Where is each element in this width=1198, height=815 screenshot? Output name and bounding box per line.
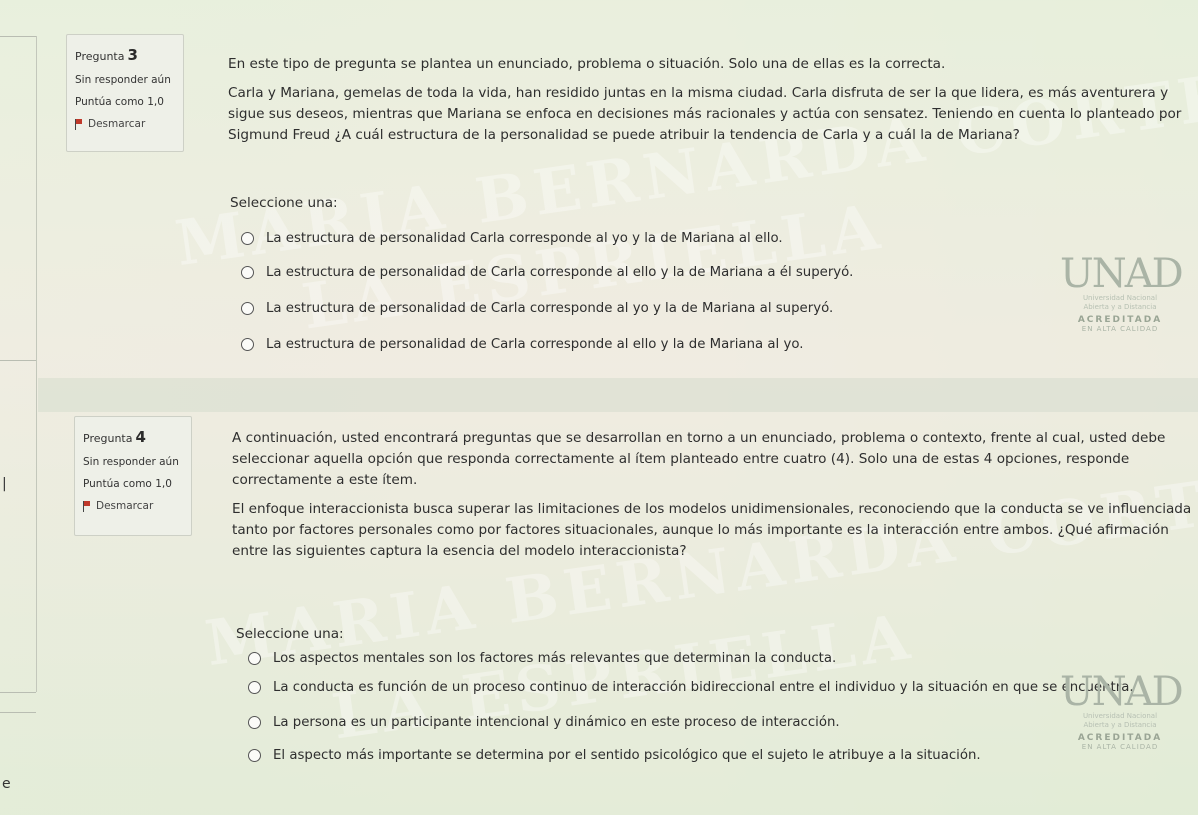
divider xyxy=(0,712,36,713)
answer-text: Los aspectos mentales son los factores m… xyxy=(273,651,837,666)
question-text-q4: A continuación, usted encontrará pregunt… xyxy=(232,428,1191,562)
left-sidebar-edge: | e xyxy=(0,0,38,815)
question-info-q3: Pregunta 3 Sin responder aún Puntúa como … xyxy=(66,34,184,152)
radio-button[interactable] xyxy=(248,652,261,665)
answer-text: La estructura de personalidad de Carla c… xyxy=(266,301,834,316)
divider xyxy=(0,692,36,693)
unad-logo: UNAD Universidad Nacional Abierta y a Di… xyxy=(1060,669,1184,751)
logo-mark: UNAD xyxy=(1060,669,1184,715)
logo-accredited: ACREDITADA xyxy=(1077,315,1163,325)
question-text-line: entre las siguientes captura la esencia … xyxy=(232,543,687,559)
answer-option-q4-a[interactable]: Los aspectos mentales son los factores m… xyxy=(248,651,836,666)
question-info-q4: Pregunta 4 Sin responder aún Puntúa como … xyxy=(74,416,192,536)
question-text-line: El enfoque interaccionista busca superar… xyxy=(232,501,1192,517)
radio-button[interactable] xyxy=(241,232,254,245)
question-text-line: seleccionar aquella opción que responda … xyxy=(232,451,1130,467)
question-score: Puntúa como 1,0 xyxy=(83,478,172,490)
radio-button[interactable] xyxy=(248,716,261,729)
question-text-line: Carla y Mariana, gemelas de toda la vida… xyxy=(228,85,1169,101)
question-title: Pregunta 3 xyxy=(75,46,138,64)
question-text-line: tanto por factores personales como por f… xyxy=(232,522,1169,538)
radio-button[interactable] xyxy=(241,338,254,351)
logo-mark: UNAD xyxy=(1060,251,1184,297)
logo-subtitle: Abierta y a Distancia xyxy=(1083,721,1157,729)
watermark-text: LA ESPRIELLA xyxy=(327,599,920,754)
answer-text: La estructura de personalidad Carla corr… xyxy=(266,231,783,246)
logo-quality: EN ALTA CALIDAD xyxy=(1081,743,1159,751)
sidebar-fragment: e xyxy=(2,776,11,792)
question-separator xyxy=(38,378,1198,412)
radio-button[interactable] xyxy=(241,266,254,279)
question-title: Pregunta 4 xyxy=(83,428,146,446)
question-text-line: Sigmund Freud ¿A cuál estructura de la p… xyxy=(228,127,1020,143)
logo-accredited: ACREDITADA xyxy=(1077,733,1163,743)
select-one-label: Seleccione una: xyxy=(230,195,338,211)
answer-text: La conducta es función de un proceso con… xyxy=(273,680,1134,695)
answer-option-q4-b[interactable]: La conducta es función de un proceso con… xyxy=(248,680,1134,695)
question-number: 3 xyxy=(127,46,138,64)
flag-icon xyxy=(75,118,82,130)
question-score: Puntúa como 1,0 xyxy=(75,96,164,108)
answer-option-q3-b[interactable]: La estructura de personalidad de Carla c… xyxy=(241,265,853,280)
sidebar-fragment: | xyxy=(2,476,7,492)
divider xyxy=(0,36,36,37)
answer-text: La estructura de personalidad de Carla c… xyxy=(266,265,854,280)
unflag-button[interactable]: Desmarcar xyxy=(75,118,175,130)
unflag-label: Desmarcar xyxy=(96,500,154,512)
question-status: Sin responder aún xyxy=(83,456,179,468)
question-text-line: correctamente a este ítem. xyxy=(232,472,418,488)
answer-option-q4-d[interactable]: El aspecto más importante se determina p… xyxy=(248,748,981,763)
answer-option-q4-c[interactable]: La persona es un participante intenciona… xyxy=(248,715,840,730)
question-text-line: sigue sus deseos, mientras que Mariana s… xyxy=(228,106,1182,122)
flag-icon xyxy=(83,500,90,512)
question-text-line: En este tipo de pregunta se plantea un e… xyxy=(228,56,946,72)
select-one-label: Seleccione una: xyxy=(236,626,344,642)
answer-option-q3-a[interactable]: La estructura de personalidad Carla corr… xyxy=(241,231,783,246)
question-number: 4 xyxy=(135,428,146,446)
divider xyxy=(0,360,36,361)
answer-text: La persona es un participante intenciona… xyxy=(273,715,840,730)
answer-option-q3-d[interactable]: La estructura de personalidad de Carla c… xyxy=(241,337,803,352)
answer-option-q3-c[interactable]: La estructura de personalidad de Carla c… xyxy=(241,301,833,316)
radio-button[interactable] xyxy=(248,749,261,762)
answer-text: La estructura de personalidad de Carla c… xyxy=(266,337,804,352)
question-status: Sin responder aún xyxy=(75,74,171,86)
logo-quality: EN ALTA CALIDAD xyxy=(1081,325,1159,333)
logo-subtitle: Abierta y a Distancia xyxy=(1083,303,1157,311)
unflag-label: Desmarcar xyxy=(88,118,146,130)
unflag-button[interactable]: Desmarcar xyxy=(83,500,183,512)
divider xyxy=(36,36,37,692)
answer-text: El aspecto más importante se determina p… xyxy=(273,748,981,763)
unad-logo: UNAD Universidad Nacional Abierta y a Di… xyxy=(1060,251,1184,333)
question-text-q3: En este tipo de pregunta se plantea un e… xyxy=(228,54,1181,146)
radio-button[interactable] xyxy=(248,681,261,694)
radio-button[interactable] xyxy=(241,302,254,315)
question-text-line: A continuación, usted encontrará pregunt… xyxy=(232,430,1166,446)
